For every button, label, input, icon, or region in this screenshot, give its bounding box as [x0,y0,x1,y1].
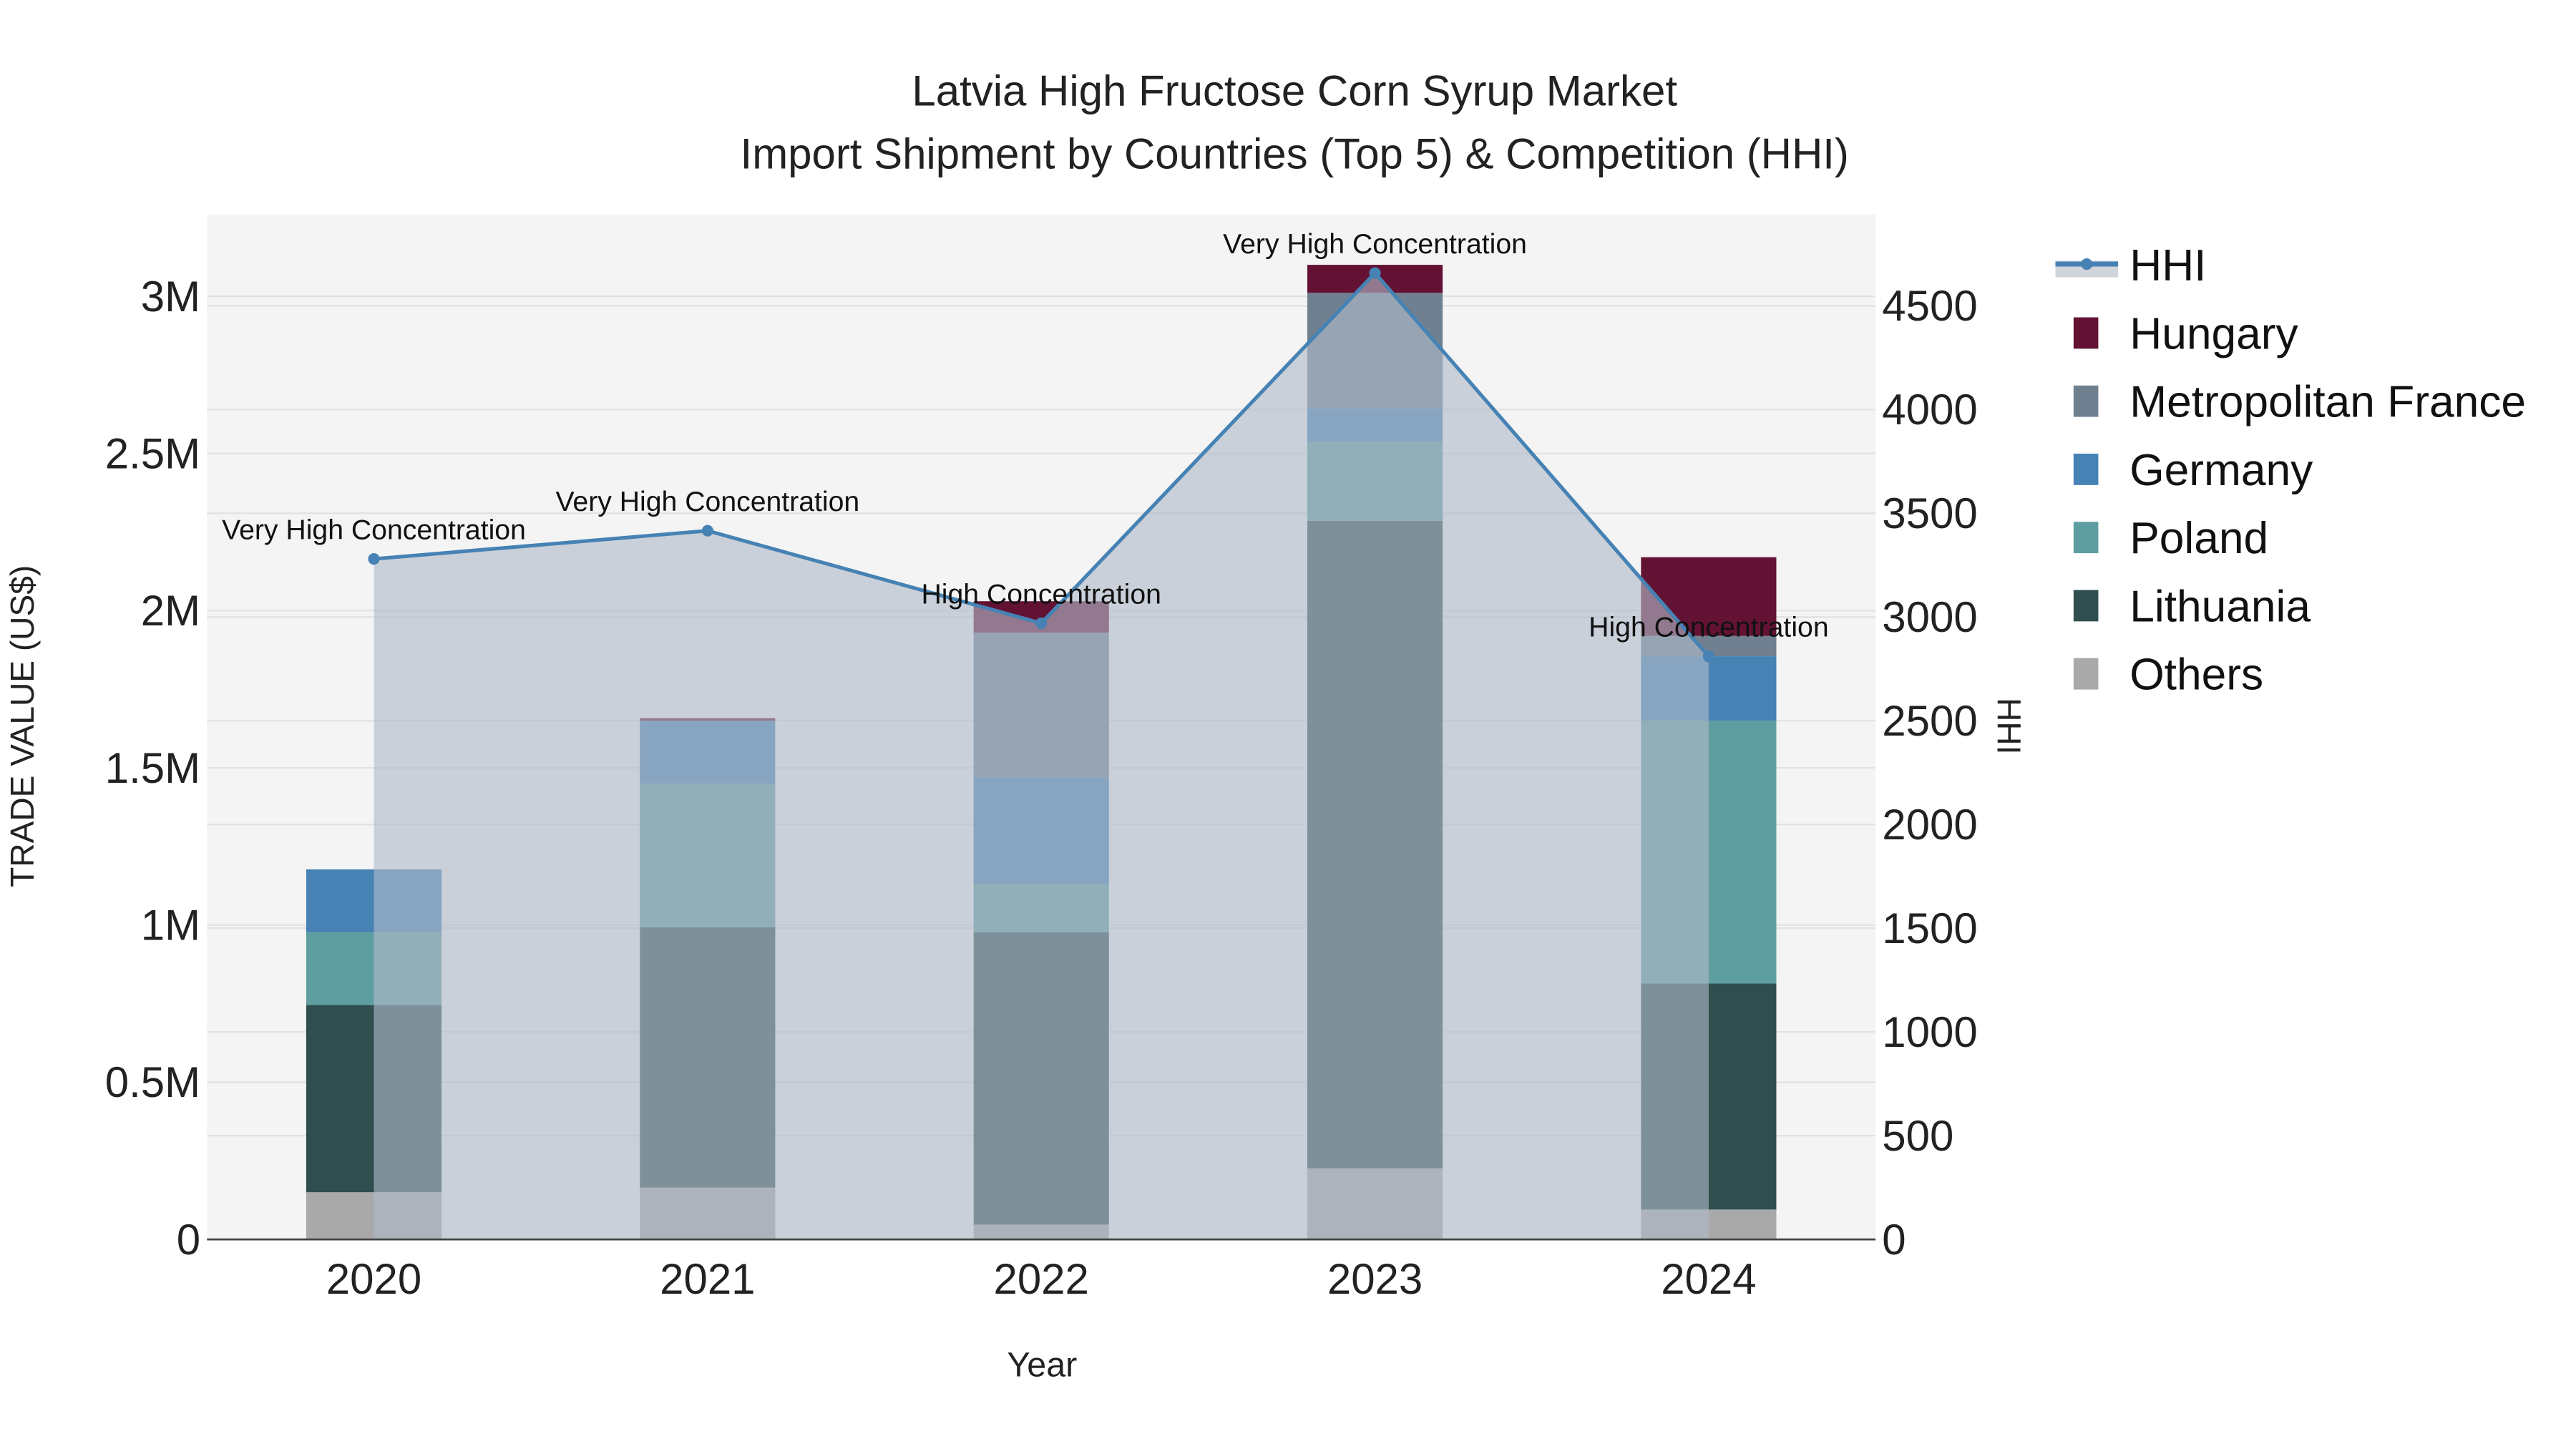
legend-swatch-metropolitan-france [2073,385,2099,417]
y2-tick-label: 2000 [1882,801,1977,849]
y2-tick-label: 4500 [1882,282,1977,330]
y-tick-label: 3M [141,273,200,321]
chart-title-line2: Import Shipment by Countries (Top 5) & C… [741,130,1849,177]
legend-hhi-swatch-marker [2081,258,2093,270]
x-tick-label: 2022 [994,1255,1089,1303]
y-axis-label: TRADE VALUE (US$) [4,565,41,887]
legend-label: Metropolitan France [2129,378,2526,427]
legend-swatch-hungary [2073,317,2099,349]
legend-label: Others [2129,650,2263,700]
legend-swatch-germany [2073,454,2099,485]
y-tick-label: 1M [141,902,200,950]
hhi-annotation: High Concentration [1589,613,1828,643]
legend-swatch-others [2073,658,2099,690]
hhi-annotation: Very High Concentration [555,487,859,517]
y-tick-label: 2.5M [105,429,200,477]
chart-title-line1: Latvia High Fructose Corn Syrup Market [912,67,1677,115]
hhi-point [1035,617,1048,630]
hhi-point [1702,650,1714,663]
y2-axis-label: HHI [1991,698,2028,754]
legend-label: HHI [2129,241,2206,291]
y2-tick-label: 1000 [1882,1008,1977,1056]
x-tick-label: 2024 [1661,1255,1756,1303]
hhi-annotation: Very High Concentration [222,514,526,545]
legend-label: Germany [2129,446,2313,495]
y2-tick-label: 4000 [1882,386,1977,434]
y2-tick-label: 2500 [1882,697,1977,745]
legend-label: Poland [2129,514,2268,563]
hhi-point [368,553,380,565]
hhi-annotation: High Concentration [921,579,1161,610]
hhi-point [1369,267,1381,279]
hhi-annotation: Very High Concentration [1223,229,1527,260]
y2-tick-label: 0 [1882,1216,1906,1264]
legend-label: Hungary [2129,309,2298,358]
x-axis-label: Year [1007,1346,1077,1385]
legend-swatch-poland [2073,522,2099,554]
x-tick-label: 2021 [660,1255,755,1303]
legend-swatch-lithuania [2073,590,2099,622]
y-tick-label: 1.5M [105,744,200,792]
y2-tick-label: 3500 [1882,489,1977,537]
y-tick-label: 0 [177,1216,200,1264]
chart: Very High Concentration Very High Concent… [1,0,2575,1449]
y2-tick-label: 500 [1882,1112,1953,1160]
y2-tick-label: 1500 [1882,904,1977,952]
y2-tick-label: 3000 [1882,593,1977,641]
hhi-point [701,525,713,537]
y-tick-label: 0.5M [105,1058,200,1106]
x-tick-label: 2023 [1327,1255,1423,1303]
legend-label: Lithuania [2129,582,2311,631]
x-tick-label: 2020 [326,1255,421,1303]
y-tick-label: 2M [141,587,200,635]
